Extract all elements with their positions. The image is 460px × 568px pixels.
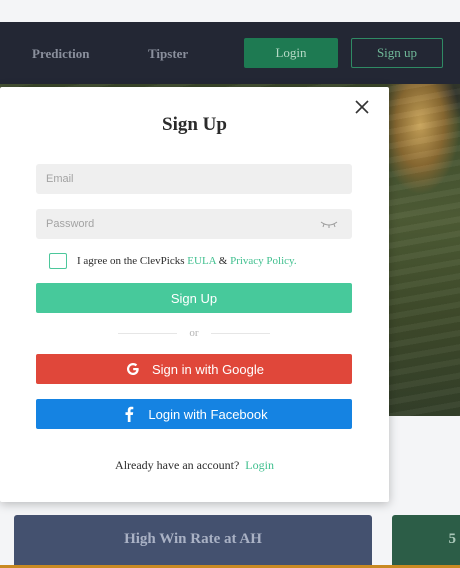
login-link[interactable]: Login (245, 458, 274, 472)
or-divider: or (118, 325, 271, 341)
eye-closed-icon[interactable] (318, 218, 340, 230)
divider-line (118, 332, 178, 334)
facebook-icon (120, 405, 138, 423)
google-button-label: Sign in with Google (151, 361, 264, 377)
feature-card-secondary[interactable]: 5 (392, 515, 460, 568)
agree-text: I agree on the ClevPicks EULA & Privacy … (77, 255, 297, 267)
nav-login-button[interactable]: Login (244, 38, 338, 68)
or-text: or (189, 327, 199, 339)
feature-card-title: High Win Rate at AH (124, 531, 262, 547)
signup-button[interactable]: Sign Up (36, 283, 352, 313)
facebook-login-button[interactable]: Login with Facebook (36, 399, 352, 429)
nav-prediction[interactable]: Prediction (32, 46, 90, 62)
email-field[interactable] (36, 164, 352, 194)
signup-modal: Sign Up I agree on the ClevPicks EULA & … (0, 87, 389, 502)
google-signin-button[interactable]: Sign in with Google (36, 354, 352, 384)
privacy-policy-link[interactable]: Privacy Policy. (230, 255, 297, 267)
agree-checkbox[interactable] (49, 253, 67, 269)
top-strip (0, 0, 460, 22)
google-icon (124, 360, 142, 378)
feature-card-ah[interactable]: High Win Rate at AH (14, 515, 372, 568)
account-prompt: Already have an account? Login (0, 458, 389, 473)
facebook-button-label: Login with Facebook (148, 406, 268, 422)
signup-button-label: Sign Up (170, 290, 218, 306)
agree-row: I agree on the ClevPicks EULA & Privacy … (49, 252, 297, 270)
agree-prefix: I agree on the ClevPicks (77, 255, 188, 267)
password-field[interactable] (36, 209, 352, 239)
divider-line (210, 332, 271, 334)
top-navbar: Prediction Tipster Login Sign up (0, 22, 460, 84)
eula-link[interactable]: EULA (187, 255, 216, 267)
nav-tipster[interactable]: Tipster (148, 46, 188, 62)
agree-and: & (216, 255, 231, 267)
feature-card-title: 5 (448, 531, 457, 547)
account-text: Already have an account? (115, 458, 240, 472)
nav-signup-button[interactable]: Sign up (351, 38, 443, 68)
modal-title: Sign Up (162, 114, 227, 135)
